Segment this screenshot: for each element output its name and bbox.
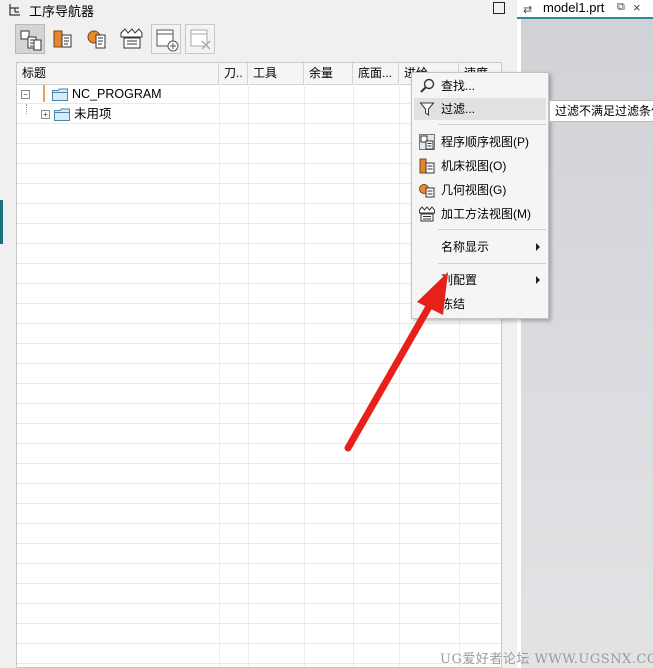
menu-item-label: 冻结	[441, 297, 466, 311]
menu-item-label: 查找...	[441, 79, 476, 93]
menu-item-name-display[interactable]: 名称显示	[414, 236, 546, 258]
menu-item-machining-method-view[interactable]: 加工方法视图(M)	[414, 203, 546, 225]
tab-model1[interactable]: ⇄ model1.prt ⧉ ×	[517, 0, 653, 18]
table-row[interactable]	[17, 404, 501, 424]
menu-item-machine-tool-view[interactable]: 机床视图(O)	[414, 155, 546, 177]
forum-watermark: UG爱好者论坛 WWW.UGSNX.COM	[440, 652, 653, 667]
column-header-stock[interactable]: 余量	[304, 63, 353, 84]
menu-item-program-order-view[interactable]: 程序顺序视图(P)	[414, 131, 546, 153]
close-icon[interactable]: ×	[633, 0, 641, 15]
machine-tool-view-button[interactable]	[49, 24, 79, 54]
maximize-icon[interactable]	[493, 2, 505, 14]
table-row[interactable]	[17, 484, 501, 504]
expand-icon[interactable]: +	[41, 110, 50, 119]
add-column-icon	[156, 29, 179, 52]
tree-marker	[43, 85, 45, 102]
machining-method-icon	[419, 206, 435, 222]
column-header-title[interactable]: 标题	[17, 63, 219, 84]
geometry-icon	[419, 184, 435, 198]
folder-icon	[52, 88, 68, 101]
tree-row-unused-items[interactable]: + 未用项	[17, 104, 219, 124]
table-row[interactable]	[17, 604, 501, 624]
table-row[interactable]	[17, 584, 501, 604]
table-row[interactable]	[17, 444, 501, 464]
menu-separator	[438, 229, 546, 230]
table-row[interactable]	[17, 664, 501, 667]
column-header-tool-number[interactable]: 刀..	[219, 63, 248, 84]
column-header-floor[interactable]: 底面...	[353, 63, 399, 84]
geometry-icon	[87, 30, 106, 49]
resource-bar-accent	[0, 200, 3, 244]
program-order-view-button[interactable]	[15, 24, 45, 54]
table-row[interactable]	[17, 344, 501, 364]
table-row[interactable]	[17, 644, 501, 664]
geometry-view-button[interactable]	[83, 24, 113, 54]
submenu-arrow-icon	[536, 243, 540, 251]
filter-icon	[419, 102, 435, 116]
table-row[interactable]	[17, 564, 501, 584]
menu-separator	[438, 124, 546, 125]
menu-item-label: 名称显示	[441, 240, 490, 254]
menu-item-geometry-view[interactable]: 几何视图(G)	[414, 179, 546, 201]
program-order-icon	[419, 134, 435, 150]
table-row[interactable]	[17, 364, 501, 384]
tree-row-label: NC_PROGRAM	[72, 87, 162, 101]
tab-label: model1.prt	[543, 0, 605, 15]
view-sync-icon: ⇄	[523, 4, 533, 16]
menu-item-label: 加工方法视图(M)	[441, 207, 531, 221]
machine-tool-icon	[53, 30, 72, 48]
menu-item-find[interactable]: 查找...	[414, 75, 546, 97]
column-header-tool[interactable]: 工具	[248, 63, 304, 84]
menu-item-filter[interactable]: 过滤...	[414, 98, 546, 120]
table-row[interactable]	[17, 424, 501, 444]
column-divider	[219, 84, 220, 667]
menu-item-label: 列配置	[441, 273, 478, 287]
panel-titlebar: 工序导航器	[0, 0, 517, 20]
folder-icon	[54, 108, 70, 121]
collapse-icon[interactable]: −	[21, 90, 30, 99]
table-row[interactable]	[17, 324, 501, 344]
menu-item-label: 机床视图(O)	[441, 159, 507, 173]
table-row[interactable]	[17, 524, 501, 544]
column-divider	[304, 84, 305, 667]
column-divider	[248, 84, 249, 667]
machining-method-view-button[interactable]	[117, 24, 147, 54]
menu-item-label: 几何视图(G)	[441, 183, 507, 197]
menu-item-label: 程序顺序视图(P)	[441, 135, 529, 149]
remove-column-icon	[190, 29, 211, 50]
menu-item-column-configure[interactable]: 列配置	[414, 269, 546, 291]
menu-item-freeze[interactable]: 冻结	[414, 293, 546, 315]
table-row[interactable]	[17, 624, 501, 644]
program-order-icon	[20, 30, 42, 51]
menu-item-label: 过滤...	[441, 102, 476, 116]
table-row[interactable]	[17, 504, 501, 524]
filter-tooltip: 过滤不满足过滤条件	[549, 100, 653, 122]
tree-row-label: 未用项	[74, 107, 112, 121]
tree-line	[26, 104, 28, 114]
navigator-icon	[8, 3, 22, 17]
remove-column-button[interactable]	[185, 24, 215, 54]
context-menu: 查找... 过滤... 程序顺序视图(P) 机床视图(O) 几何视图(G) 加工…	[411, 72, 549, 319]
undock-icon[interactable]: ⧉	[617, 1, 625, 14]
panel-title: 工序导航器	[29, 4, 95, 19]
add-column-button[interactable]	[151, 24, 181, 54]
menu-separator	[438, 263, 546, 264]
machine-tool-icon	[419, 158, 435, 174]
tree-row-nc-program[interactable]: − NC_PROGRAM	[17, 84, 219, 104]
table-row[interactable]	[17, 544, 501, 564]
column-divider	[399, 84, 400, 667]
search-icon	[420, 78, 435, 93]
table-row[interactable]	[17, 384, 501, 404]
table-row[interactable]	[17, 464, 501, 484]
submenu-arrow-icon	[536, 276, 540, 284]
column-divider	[353, 84, 354, 667]
machining-method-icon	[120, 28, 143, 49]
